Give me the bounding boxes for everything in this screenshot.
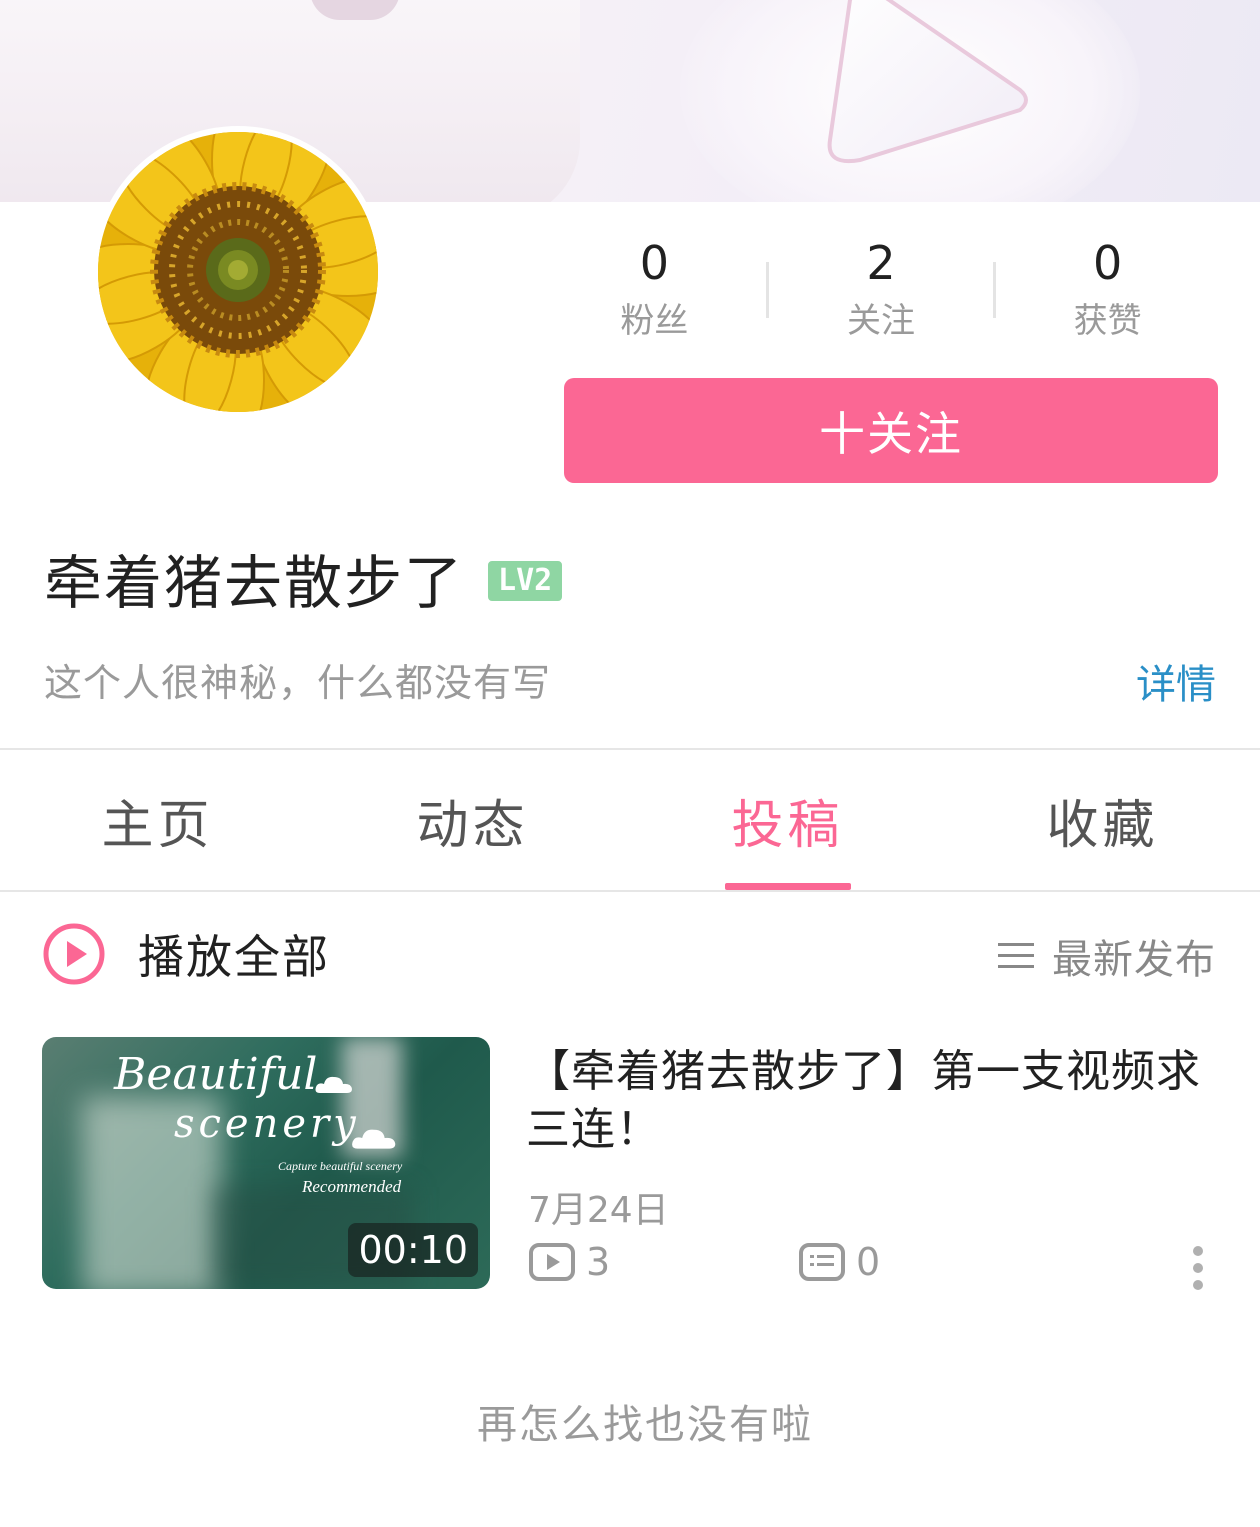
stat-fans-value: 0 xyxy=(639,236,669,290)
video-duration: 00:10 xyxy=(348,1223,478,1277)
sort-label: 最新发布 xyxy=(1052,937,1216,983)
stat-fans[interactable]: 0 粉丝 xyxy=(541,232,768,352)
video-item[interactable]: Beautiful scenery Capture beautiful scen… xyxy=(42,1037,1222,1290)
tab-dynamics-label: 动态 xyxy=(416,795,529,856)
comment-count-icon xyxy=(799,1243,845,1281)
profile-name-row: 牵着猪去散步了 LV2 xyxy=(44,536,563,620)
cloud-icon xyxy=(352,1129,396,1149)
sort-list-icon xyxy=(998,943,1034,968)
video-title[interactable]: 【牵着猪去散步了】第一支视频求三连！ xyxy=(526,1043,1226,1159)
video-plays-value: 3 xyxy=(586,1240,611,1284)
stat-divider xyxy=(766,262,769,318)
tab-home-label: 主页 xyxy=(101,795,214,856)
cloud-icon xyxy=(315,1076,352,1093)
sunflower-avatar-image xyxy=(98,132,378,412)
tab-uploads[interactable]: 投稿 xyxy=(630,750,945,890)
stat-following-label: 关注 xyxy=(847,301,915,341)
detail-link[interactable]: 详情 xyxy=(1136,652,1216,710)
divider xyxy=(0,890,1260,892)
play-all-button[interactable]: 播放全部 xyxy=(42,922,330,986)
tab-home[interactable]: 主页 xyxy=(0,750,315,890)
thumbnail-text: Recommended xyxy=(302,1177,402,1196)
tab-uploads-label: 投稿 xyxy=(731,795,844,856)
more-options-icon[interactable] xyxy=(1188,1243,1208,1293)
tab-favorites[interactable]: 收藏 xyxy=(945,750,1260,890)
play-count-icon xyxy=(529,1243,575,1281)
stat-following-value: 2 xyxy=(866,236,896,290)
thumbnail-text: Capture beautiful scenery xyxy=(278,1159,403,1173)
play-all-label: 播放全部 xyxy=(138,930,330,984)
stat-following[interactable]: 2 关注 xyxy=(768,232,995,352)
banner-play-icon xyxy=(827,0,1028,163)
follow-button[interactable]: 十关注 xyxy=(564,378,1218,483)
tab-favorites-label: 收藏 xyxy=(1046,795,1159,856)
stat-divider xyxy=(993,262,996,318)
thumbnail-text: Beautiful xyxy=(114,1049,318,1100)
video-stats: 3 0 xyxy=(528,1237,1228,1287)
avatar[interactable] xyxy=(92,126,384,418)
profile-bio: 这个人很神秘，什么都没有写 xyxy=(44,661,552,705)
video-thumbnail[interactable]: Beautiful scenery Capture beautiful scen… xyxy=(42,1037,490,1289)
stat-likes[interactable]: 0 获赞 xyxy=(994,232,1221,352)
level-badge: LV2 xyxy=(488,561,563,601)
video-comments-value: 0 xyxy=(856,1240,881,1284)
profile-tabs: 主页 动态 投稿 收藏 xyxy=(0,750,1260,890)
video-plays: 3 xyxy=(528,1240,798,1284)
tab-dynamics[interactable]: 动态 xyxy=(315,750,630,890)
play-circle-icon xyxy=(43,923,105,985)
stat-fans-label: 粉丝 xyxy=(620,301,689,341)
video-comments: 0 xyxy=(798,1240,880,1284)
active-tab-indicator xyxy=(724,883,851,890)
thumbnail-text: scenery xyxy=(174,1101,360,1147)
sort-button[interactable]: 最新发布 xyxy=(998,926,1216,986)
stat-likes-label: 获赞 xyxy=(1073,301,1142,341)
profile-stats: 0 粉丝 2 关注 0 获赞 xyxy=(541,232,1221,352)
video-date: 7月24日 xyxy=(528,1190,669,1231)
stat-likes-value: 0 xyxy=(1093,236,1123,290)
username: 牵着猪去散步了 xyxy=(44,549,465,617)
no-more-content-text: 再怎么找也没有啦 xyxy=(477,1402,813,1448)
follow-button-label: 十关注 xyxy=(819,406,963,461)
